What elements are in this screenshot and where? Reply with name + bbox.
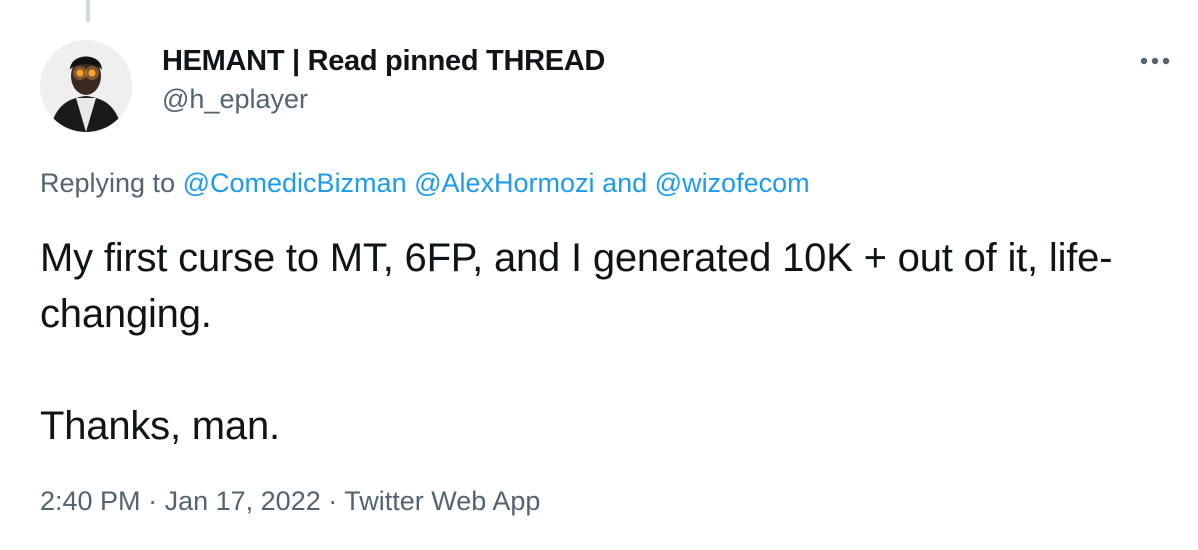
mention-link-comedicbizman[interactable]: @ComedicBizman [183, 168, 407, 198]
meta-separator: · [148, 486, 158, 516]
user-avatar-icon [40, 40, 132, 132]
avatar[interactable] [40, 40, 132, 132]
replying-to: Replying to @ComedicBizman @AlexHormozi … [40, 166, 810, 200]
author-display-name[interactable]: HEMANT | Read pinned THREAD [162, 44, 605, 78]
mention-link-wizofecom[interactable]: @wizofecom [655, 168, 810, 198]
replying-conjunction[interactable]: and [602, 168, 647, 198]
tweet-text: My first curse to MT, 6FP, and I generat… [40, 230, 1180, 454]
more-horizontal-icon [1140, 57, 1170, 65]
tweet-source[interactable]: Twitter Web App [344, 486, 540, 516]
tweet-author: HEMANT | Read pinned THREAD @h_eplayer [162, 44, 605, 116]
more-options-button[interactable] [1130, 44, 1180, 78]
replying-prefix: Replying to [40, 168, 176, 198]
tweet-text-paragraph: Thanks, man. [40, 404, 280, 448]
tweet-meta: 2:40 PM · Jan 17, 2022 · Twitter Web App [40, 484, 540, 518]
meta-separator: · [328, 486, 338, 516]
tweet-date[interactable]: Jan 17, 2022 [165, 486, 321, 516]
tweet-time[interactable]: 2:40 PM [40, 486, 141, 516]
tweet-text-paragraph: My first curse to MT, 6FP, and I generat… [40, 236, 1113, 336]
mention-link-alexhormozi[interactable]: @AlexHormozi [414, 168, 594, 198]
thread-connector-line [86, 0, 90, 22]
author-handle[interactable]: @h_eplayer [162, 82, 605, 116]
